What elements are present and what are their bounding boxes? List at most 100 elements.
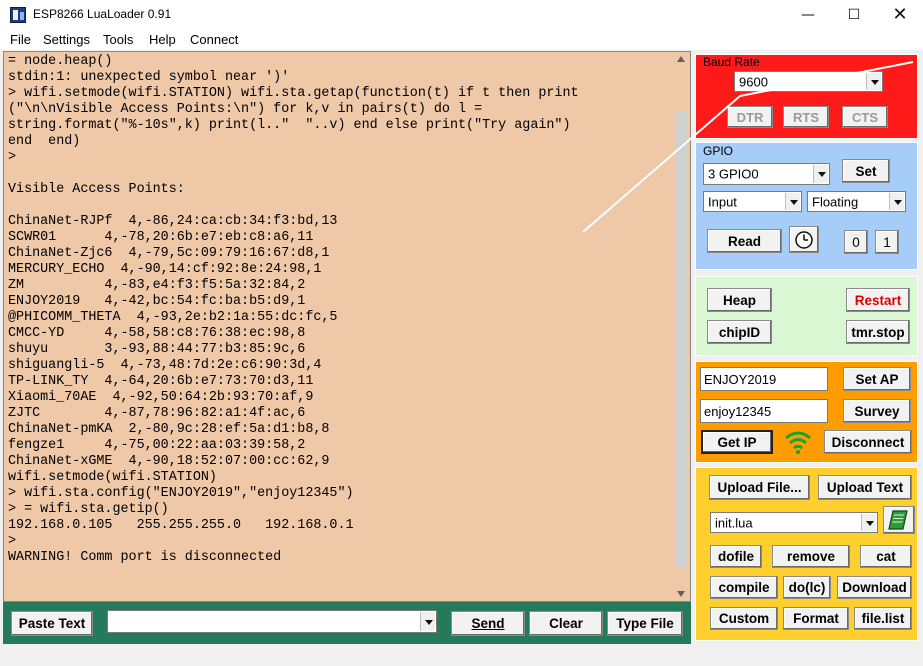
chevron-down-icon[interactable] — [785, 193, 800, 210]
file-editor-button[interactable] — [883, 506, 915, 534]
upload-file-button[interactable]: Upload File... — [709, 475, 810, 500]
custom-button[interactable]: Custom — [710, 607, 778, 630]
terminal-line: > wifi.sta.config("ENJOY2019","enjoy1234… — [8, 486, 354, 501]
terminal-line: ("\n\nVisible Access Points:\n") for k,v… — [8, 102, 483, 117]
terminal-line: wifi.setmode(wifi.STATION) — [8, 470, 217, 485]
scroll-up-icon[interactable] — [677, 56, 685, 62]
gpio-mode-select[interactable]: Input — [703, 191, 802, 212]
terminal-line: ZM 4,-83,e4:f3:f5:5a:32:84,2 — [8, 278, 306, 293]
terminal-area[interactable]: = node.heap() stdin:1: unexpected symbol … — [3, 51, 691, 602]
survey-button[interactable]: Survey — [843, 399, 911, 423]
terminal-line: CMCC-YD 4,-58,58:c8:76:38:ec:98,8 — [8, 326, 306, 341]
gpio-read-button[interactable]: Read — [707, 229, 782, 253]
terminal-line: fengze1 4,-75,00:22:aa:03:39:58,2 — [8, 438, 306, 453]
terminal-line: SCWR01 4,-78,20:6b:e7:eb:c8:a6,11 — [8, 230, 314, 245]
bottom-toolbar: Paste Text Send Clear Type File — [3, 602, 691, 644]
terminal-line: = node.heap() — [8, 54, 113, 69]
get-ip-button[interactable]: Get IP — [701, 430, 773, 454]
minimize-button[interactable]: — — [785, 0, 831, 30]
terminal-line: Visible Access Points: — [8, 182, 185, 197]
chipid-button[interactable]: chipID — [707, 320, 772, 344]
terminal-line: WARNING! Comm port is disconnected — [8, 550, 282, 565]
file-panel: Upload File... Upload Text init.lua dofi… — [695, 467, 918, 641]
close-button[interactable]: ✕ — [877, 0, 923, 30]
timer-button[interactable] — [789, 226, 819, 253]
baud-legend: Baud Rate — [703, 55, 760, 69]
restart-button[interactable]: Restart — [846, 288, 910, 312]
scroll-down-icon[interactable] — [677, 591, 685, 597]
clock-icon — [795, 230, 813, 249]
heap-button[interactable]: Heap — [707, 288, 772, 312]
menu-bar: File Settings Tools Help Connect — [0, 30, 923, 50]
terminal-line: TP-LINK_TY 4,-64,20:6b:e7:73:70:d3,11 — [8, 374, 314, 389]
cat-button[interactable]: cat — [860, 545, 912, 568]
terminal-line: stdin:1: unexpected symbol near ')' — [8, 70, 290, 85]
window-title: ESP8266 LuaLoader 0.91 — [33, 7, 172, 21]
gpio-high-button[interactable]: 1 — [875, 230, 899, 254]
terminal-line: ChinaNet-Zjc6 4,-79,5c:09:79:16:67:d8,1 — [8, 246, 330, 261]
maximize-button[interactable]: ☐ — [831, 0, 877, 30]
password-field[interactable]: enjoy12345 — [700, 399, 828, 423]
dofile-button[interactable]: dofile — [710, 545, 762, 568]
send-button[interactable]: Send — [451, 611, 525, 636]
remove-button[interactable]: remove — [772, 545, 850, 568]
scrollbar-thumb[interactable] — [675, 112, 688, 567]
baud-select[interactable]: 9600 — [734, 71, 883, 92]
gpio-pin-select[interactable]: 3 GPIO0 — [703, 163, 830, 185]
type-file-button[interactable]: Type File — [607, 611, 683, 636]
rts-button[interactable]: RTS — [783, 106, 829, 128]
terminal-output[interactable]: = node.heap() stdin:1: unexpected symbol … — [8, 54, 674, 599]
terminal-line: ChinaNet-xGME 4,-90,18:52:07:00:cc:62,9 — [8, 454, 330, 469]
menu-tools[interactable]: Tools — [103, 32, 133, 47]
chevron-down-icon[interactable] — [420, 612, 435, 631]
gpio-legend: GPIO — [703, 144, 734, 158]
cts-button[interactable]: CTS — [842, 106, 888, 128]
chevron-down-icon[interactable] — [813, 165, 828, 183]
app-icon — [10, 7, 26, 23]
ssid-field[interactable]: ENJOY2019 — [700, 367, 828, 391]
terminal-line: ChinaNet-pmKA 2,-80,9c:28:ef:5a:d1:b8,8 — [8, 422, 330, 437]
dtr-button[interactable]: DTR — [727, 106, 773, 128]
send-input[interactable] — [107, 610, 437, 633]
terminal-line: 192.168.0.105 255.255.255.0 192.168.0.1 — [8, 518, 354, 533]
system-panel: Heap Restart chipID tmr.stop — [695, 276, 918, 356]
file-select[interactable]: init.lua — [710, 512, 878, 533]
menu-connect[interactable]: Connect — [190, 32, 238, 47]
terminal-line: ZJTC 4,-87,78:96:82:a1:4f:ac,6 — [8, 406, 306, 421]
menu-help[interactable]: Help — [149, 32, 176, 47]
network-panel: ENJOY2019 Set AP enjoy12345 Survey Get I… — [695, 361, 918, 463]
menu-file[interactable]: File — [10, 32, 31, 47]
book-icon — [888, 510, 908, 530]
set-ap-button[interactable]: Set AP — [843, 367, 911, 391]
format-button[interactable]: Format — [783, 607, 849, 630]
terminal-line: > wifi.setmode(wifi.STATION) wifi.sta.ge… — [8, 86, 579, 101]
download-button[interactable]: Download — [837, 576, 912, 599]
terminal-line: end end) — [8, 134, 81, 149]
terminal-line: > — [8, 150, 17, 165]
menu-settings[interactable]: Settings — [43, 32, 90, 47]
chevron-down-icon[interactable] — [889, 193, 904, 210]
terminal-line: shuyu 3,-93,88:44:77:b3:85:9c,6 — [8, 342, 306, 357]
upload-text-button[interactable]: Upload Text — [818, 475, 912, 500]
terminal-line: shiguangli-5 4,-73,48:7d:2e:c6:90:3d,4 — [8, 358, 322, 373]
do-lc-button[interactable]: do(lc) — [783, 576, 831, 599]
gpio-low-button[interactable]: 0 — [844, 230, 868, 254]
chevron-down-icon[interactable] — [861, 514, 876, 531]
terminal-line: string.format("%-10s",k) print(l.." "..v… — [8, 118, 571, 133]
paste-text-button[interactable]: Paste Text — [11, 611, 93, 636]
terminal-scrollbar[interactable] — [673, 52, 690, 601]
gpio-set-button[interactable]: Set — [842, 159, 890, 183]
disconnect-button[interactable]: Disconnect — [824, 430, 912, 454]
tmr-stop-button[interactable]: tmr.stop — [846, 320, 910, 344]
title-bar: ESP8266 LuaLoader 0.91 — ☐ ✕ — [0, 0, 923, 30]
wifi-icon — [785, 431, 811, 454]
compile-button[interactable]: compile — [710, 576, 778, 599]
terminal-line: ENJOY2019 4,-42,bc:54:fc:ba:b5:d9,1 — [8, 294, 306, 309]
terminal-line: Xiaomi_70AE 4,-92,50:64:2b:93:70:af,9 — [8, 390, 314, 405]
file-list-button[interactable]: file.list — [854, 607, 912, 630]
terminal-line: > = wifi.sta.getip() — [8, 502, 169, 517]
clear-button[interactable]: Clear — [529, 611, 603, 636]
gpio-pull-select[interactable]: Floating — [807, 191, 906, 212]
chevron-down-icon[interactable] — [866, 73, 881, 90]
